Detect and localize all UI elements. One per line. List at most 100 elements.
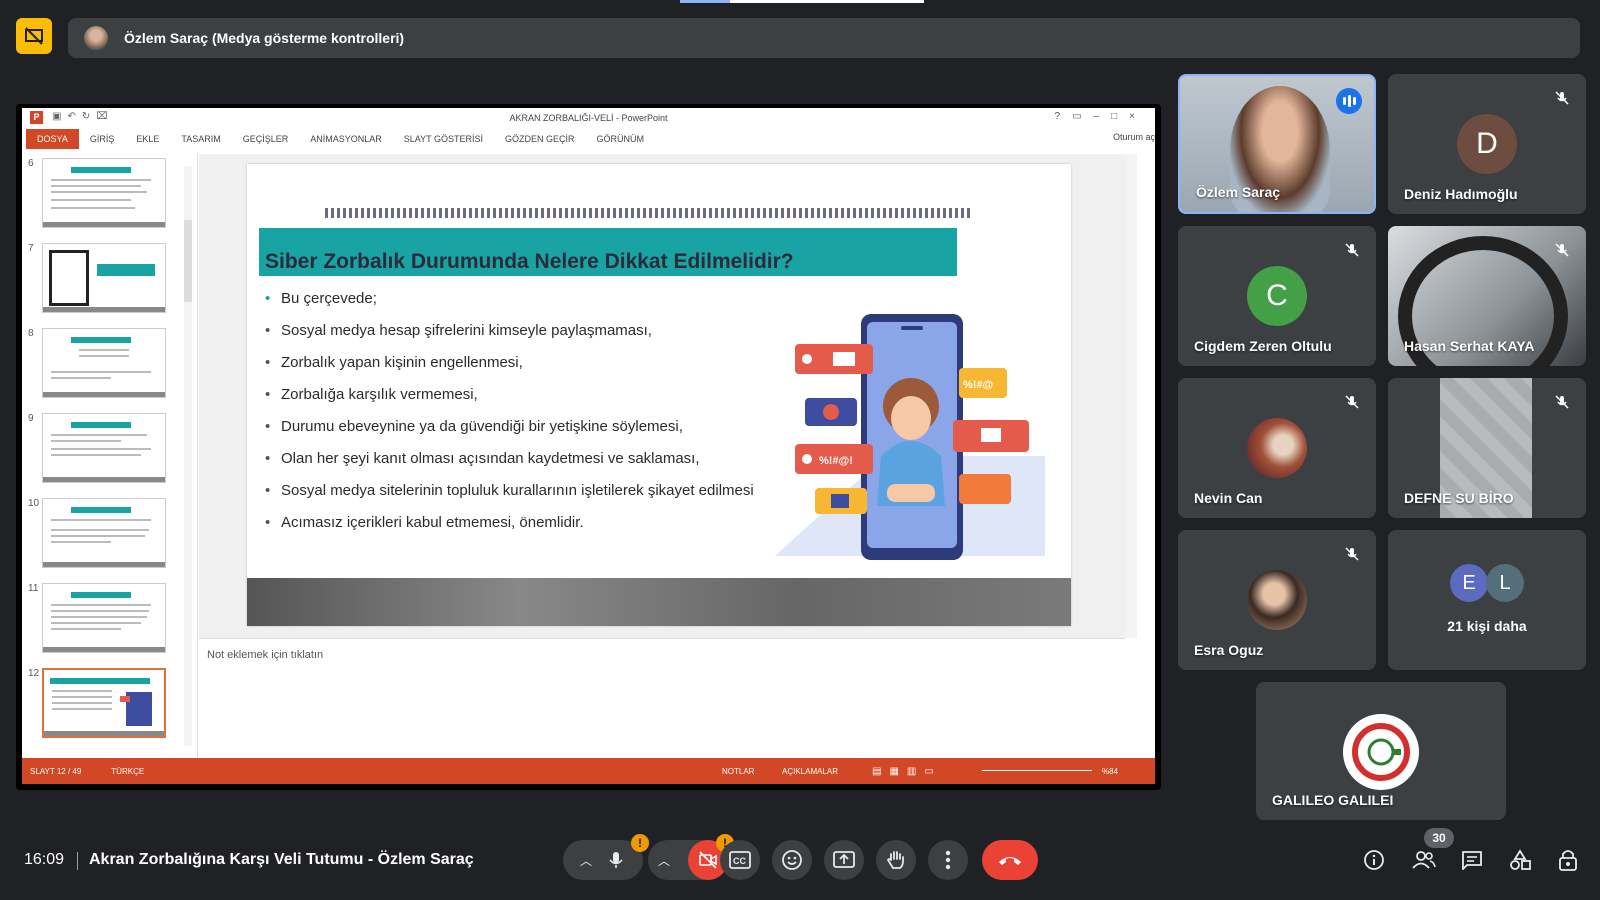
participant-avatar: D (1457, 114, 1517, 174)
status-notes: NOTLAR (722, 766, 755, 776)
thumbnail-number: 6 (28, 158, 34, 169)
mic-off-icon (1552, 88, 1572, 108)
participant-tile-ozlem-sarac[interactable]: Özlem Saraç (1178, 74, 1376, 214)
thumbnail-image (42, 328, 166, 398)
participant-tile-deniz[interactable]: D Deniz Hadımoğlu (1388, 74, 1586, 214)
captions-button[interactable]: CC (720, 840, 760, 880)
info-icon (1364, 850, 1384, 870)
thumbnail-image (42, 158, 166, 228)
mic-off-icon (1342, 240, 1362, 260)
slide-bullet: Sosyal medya hesap şifrelerini kimseyle … (265, 320, 785, 342)
more-participants-label: 21 kişi daha (1447, 618, 1527, 634)
ribbon-tab-gorunum: GÖRÜNÜM (596, 134, 644, 144)
thumbnail-slide: 7 (22, 239, 198, 321)
speaking-indicator-icon (1336, 88, 1362, 114)
participant-tile-nevin[interactable]: Nevin Can (1178, 378, 1376, 518)
bubble-text-left: %!#@! (819, 455, 853, 467)
people-button[interactable] (1410, 846, 1438, 874)
notes-pane: Not eklemek için tıklatın (199, 638, 1125, 758)
camera-options-chevron-icon[interactable]: ︿ (658, 852, 670, 869)
clock: 16:09 (24, 851, 65, 868)
notes-placeholder: Not eklemek için tıklatın (207, 649, 324, 661)
slide-decor-stripes (325, 208, 971, 218)
participant-avatar: C (1247, 266, 1307, 326)
presentation-off-icon (25, 27, 43, 45)
cyberbullying-illustration: %!#@! %!#@ (775, 314, 1045, 560)
ribbon-tab-animasyonlar: ANİMASYONLAR (310, 134, 382, 144)
thumbnail-scrollbar (182, 154, 194, 758)
thumbnail-slide: 11 (22, 579, 198, 661)
presenter-banner-text: Özlem Saraç (Medya gösterme kontrolleri) (124, 30, 405, 46)
thumbnail-image (42, 243, 166, 313)
ribbon-tab-giris: GİRİŞ (89, 134, 115, 144)
thumbnail-slide-active: 12 (22, 664, 198, 746)
meeting-title: Akran Zorbalığına Karşı Veli Tutumu - Öz… (89, 851, 474, 868)
more-participants-tile[interactable]: E L 21 kişi daha (1388, 530, 1586, 670)
participant-tile-defne[interactable]: DEFNE SU BİRO (1388, 378, 1586, 518)
window-controls: ?▭–□× (1054, 111, 1147, 122)
slide-bullet: Sosyal medya sitelerinin topluluk kurall… (265, 480, 785, 502)
ribbon-tab-gecisler: GEÇİŞLER (242, 134, 289, 144)
chat-button[interactable] (1458, 846, 1486, 874)
mic-warning-badge: ! (631, 834, 649, 852)
ribbon-tab-slayt-gosterisi: SLAYT GÖSTERİSİ (403, 134, 483, 144)
current-slide: Siber Zorbalık Durumunda Nelere Dikkat E… (247, 164, 1071, 626)
ribbon-tab-dosya: DOSYA (26, 129, 79, 149)
host-controls-button[interactable] (1554, 846, 1582, 874)
meeting-info-button[interactable] (1360, 846, 1388, 874)
ribbon-tab-ekle: EKLE (136, 134, 160, 144)
status-language: TÜRKÇE (111, 766, 145, 776)
shared-screen: P ▣↶↻⌧ AKRAN ZORBALIĞI-VELİ - PowerPoint… (16, 104, 1161, 790)
thumbnail-number: 12 (28, 668, 40, 679)
captions-icon: CC (729, 851, 751, 869)
activities-button[interactable] (1506, 846, 1534, 874)
thumbnail-image (42, 413, 166, 483)
thumbnail-slide: 8 (22, 324, 198, 406)
slide-scrollbar (1125, 154, 1137, 638)
slide-bullet: Acımasız içerikleri kabul etmemesi, önem… (265, 512, 785, 534)
participant-name: Nevin Can (1194, 490, 1263, 506)
thumbnail-number: 10 (28, 498, 40, 509)
participant-name: Cigdem Zeren Oltulu (1194, 338, 1332, 354)
more-options-button[interactable] (928, 840, 968, 880)
presenter-banner[interactable]: Özlem Saraç (Medya gösterme kontrolleri) (68, 18, 1580, 58)
participant-name: DEFNE SU BİRO (1404, 490, 1514, 506)
ribbon-tab-tasarim: TASARIM (181, 134, 221, 144)
mic-button[interactable] (606, 850, 626, 870)
participant-count-badge: 30 (1424, 828, 1454, 848)
camera-off-icon (699, 851, 717, 869)
presentation-indicator[interactable] (16, 18, 52, 54)
participant-avatar: E (1450, 564, 1488, 602)
hand-icon (886, 851, 904, 869)
thumbnail-image (42, 498, 166, 568)
raise-hand-button[interactable] (876, 840, 916, 880)
ppt-signin: Oturum aç (1112, 132, 1155, 142)
divider (77, 852, 78, 870)
thumbnail-slide: 10 (22, 494, 198, 576)
mic-off-icon (1552, 392, 1572, 412)
slide-thumbnails: 6 7 8 9 10 11 12 (22, 154, 198, 758)
ppt-titlebar: P ▣↶↻⌧ AKRAN ZORBALIĞI-VELİ - PowerPoint… (22, 108, 1155, 128)
lock-person-icon (1559, 850, 1577, 871)
slide-edit-area: Siber Zorbalık Durumunda Nelere Dikkat E… (199, 154, 1125, 638)
mic-options-chevron-icon[interactable]: ︿ (580, 852, 592, 869)
participant-tile-esra[interactable]: Esra Oguz (1178, 530, 1376, 670)
reactions-button[interactable] (772, 840, 812, 880)
participant-tile-galileo[interactable]: GALILEO GALILEI (1256, 682, 1506, 820)
thumbnail-number: 8 (28, 328, 34, 339)
participant-tile-hasan[interactable]: Hasan Serhat KAYA (1388, 226, 1586, 366)
present-screen-button[interactable] (824, 840, 864, 880)
bubble-text-right: %!#@ (963, 379, 994, 391)
camera-control-group: ︿ ! (648, 834, 734, 880)
emoji-icon (782, 850, 802, 870)
powerpoint-window: P ▣↶↻⌧ AKRAN ZORBALIĞI-VELİ - PowerPoint… (22, 108, 1155, 784)
status-slide-counter: SLAYT 12 / 49 (30, 766, 82, 776)
leave-call-button[interactable] (982, 840, 1038, 880)
participant-tile-cigdem[interactable]: C Cigdem Zeren Oltulu (1178, 226, 1376, 366)
thumbnail-image (42, 668, 166, 738)
mic-off-icon (1552, 240, 1572, 260)
ribbon-tab-gozden-gecir: GÖZDEN GEÇİR (504, 134, 575, 144)
slide-bullets: Bu çerçevede; Sosyal medya hesap şifrele… (265, 288, 785, 544)
participant-name: Esra Oguz (1194, 642, 1264, 658)
thumbnail-image (42, 583, 166, 653)
